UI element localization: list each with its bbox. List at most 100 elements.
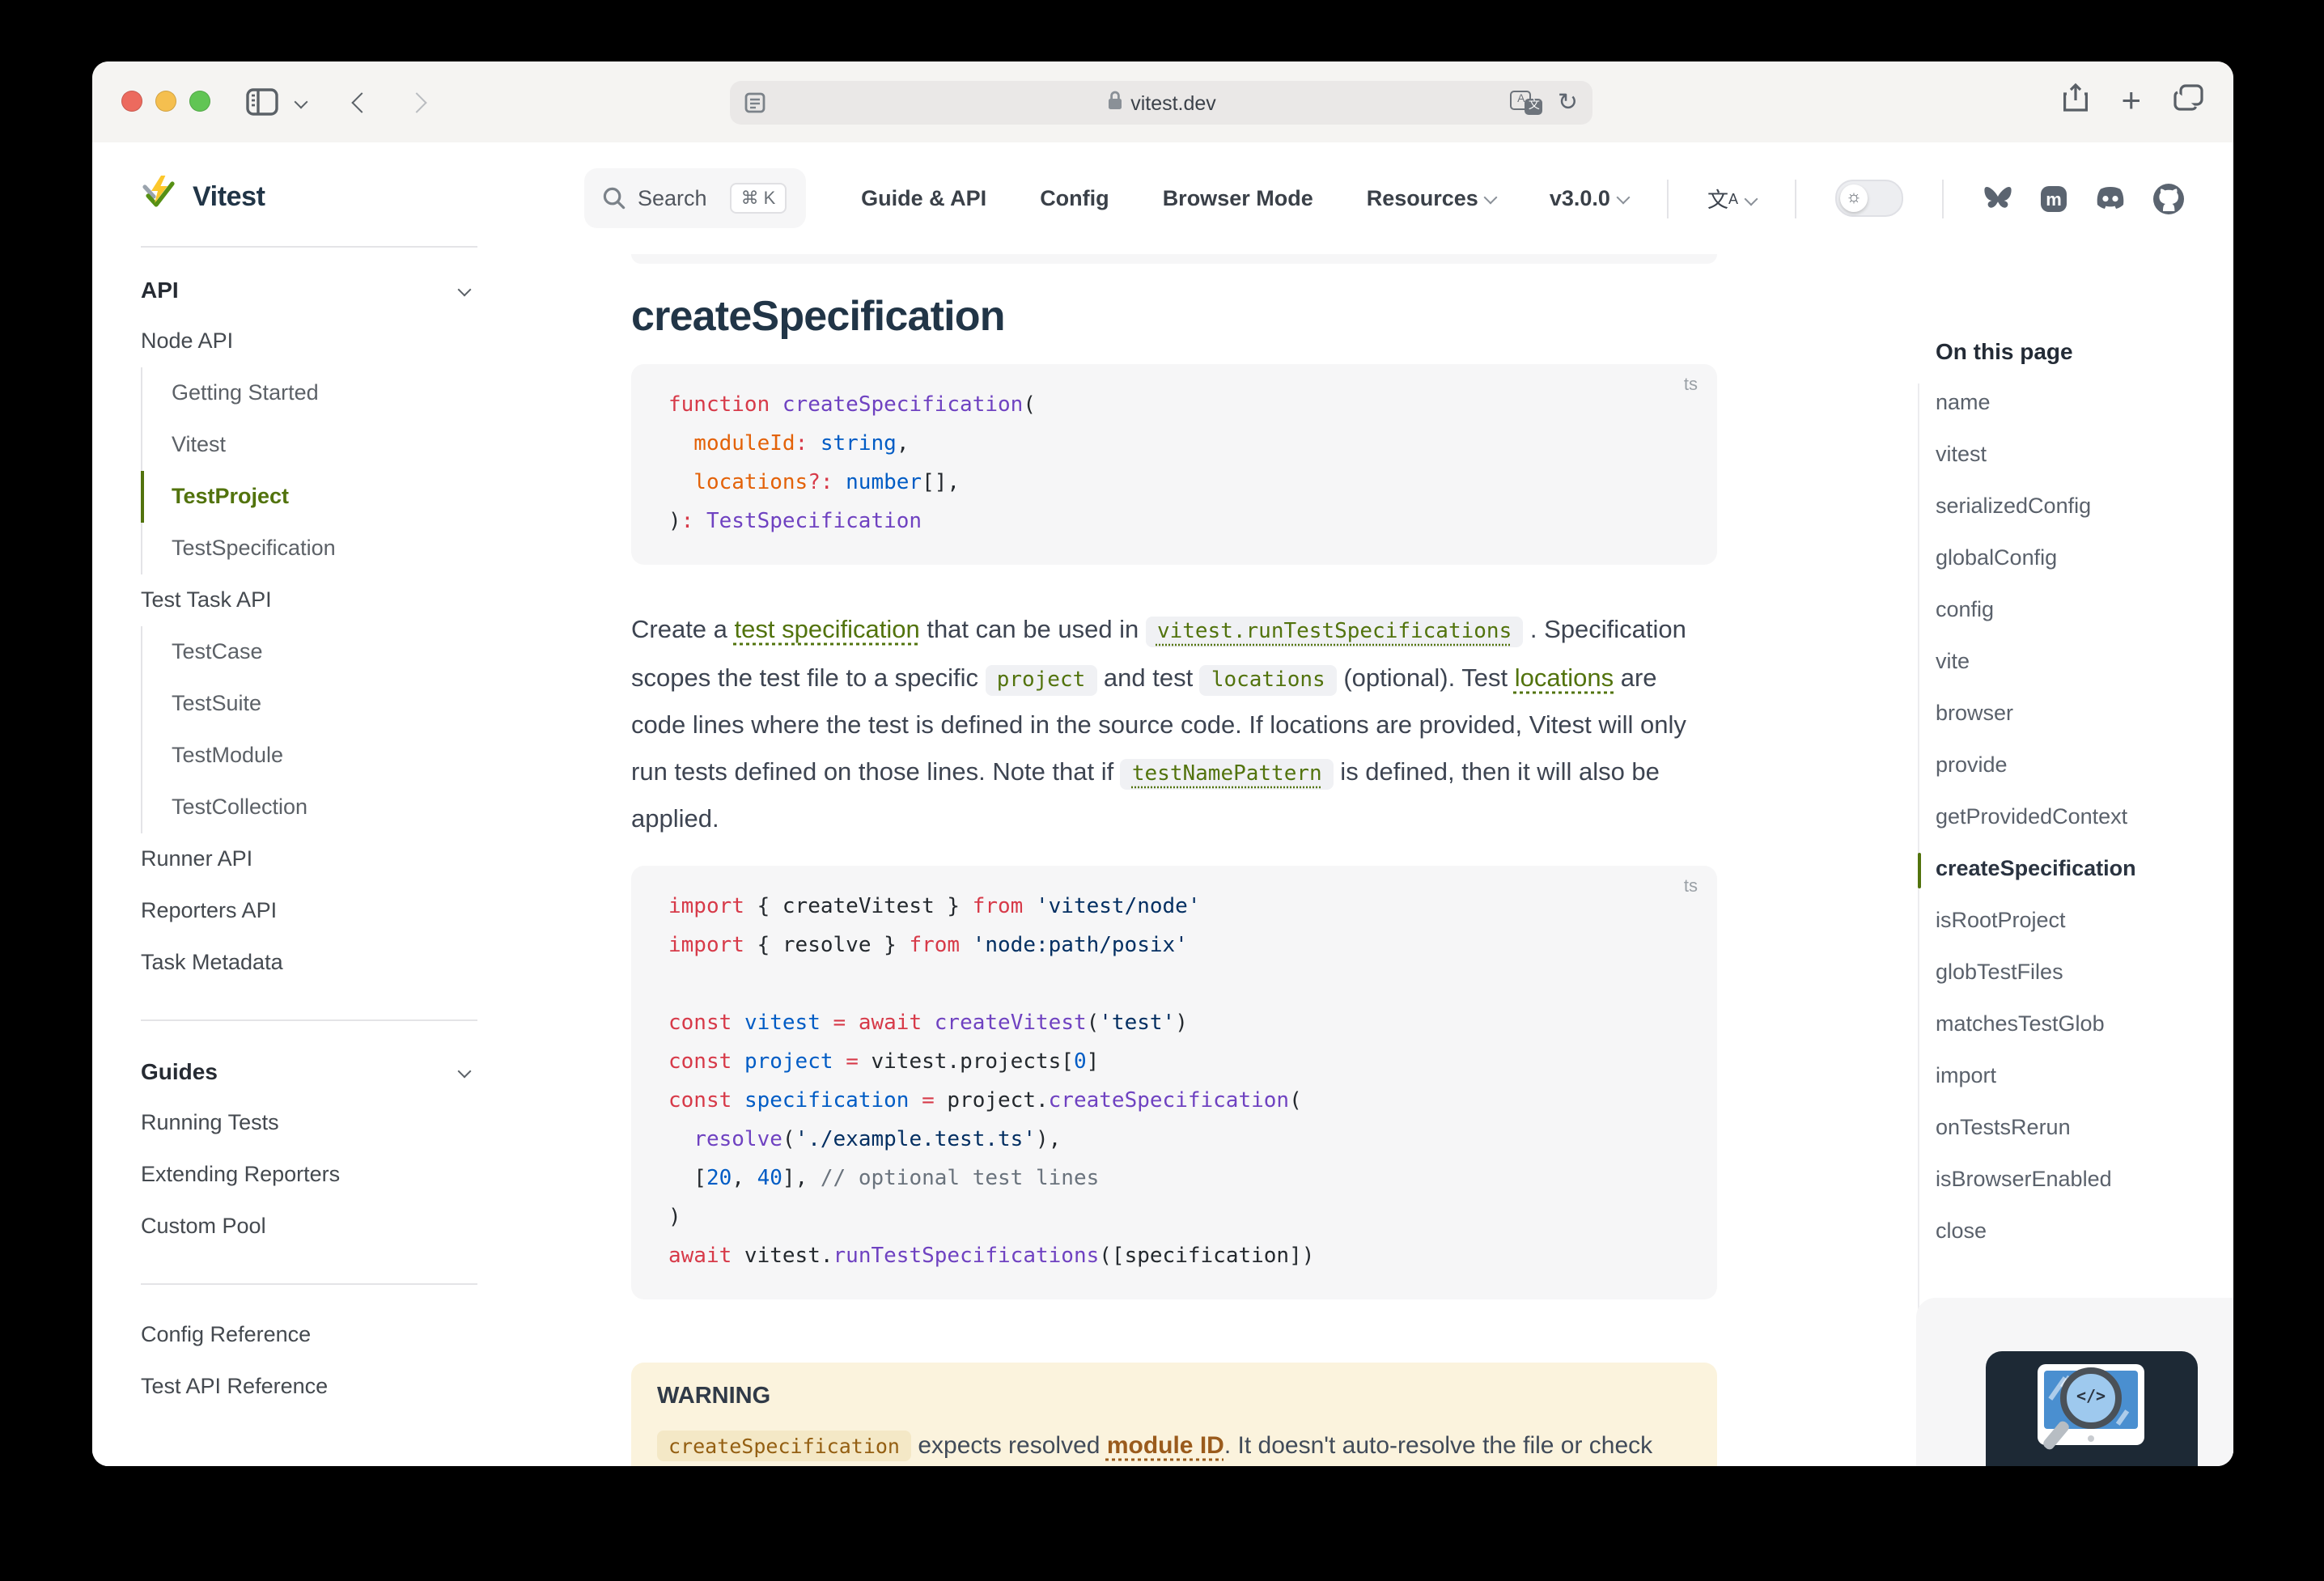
- nav-link-guide-api[interactable]: Guide & API: [861, 186, 986, 210]
- minimize-window-button[interactable]: [155, 91, 176, 112]
- sponsor-card[interactable]: </>: [1916, 1298, 2233, 1466]
- code-line: const vitest = await createVitest('test'…: [631, 1005, 1717, 1044]
- sidebar-divider: [141, 1283, 477, 1285]
- reload-icon[interactable]: ↻: [1558, 81, 1578, 125]
- sidebar-item-testspecification[interactable]: TestSpecification: [141, 523, 578, 574]
- outline-item-provide[interactable]: provide: [1936, 740, 2233, 791]
- new-tab-icon[interactable]: +: [2121, 87, 2141, 117]
- site-body: Vitest APINode APIGetting StartedVitestT…: [92, 142, 2233, 1466]
- sidebar-item-testproject[interactable]: TestProject: [141, 471, 578, 523]
- bluesky-link[interactable]: [1983, 184, 2013, 212]
- back-button[interactable]: [351, 92, 371, 112]
- sidebar: Vitest APINode APIGetting StartedVitestT…: [92, 142, 578, 1466]
- outline-item-matchestestglob[interactable]: matchesTestGlob: [1936, 998, 2233, 1050]
- translate-icon[interactable]: A文: [1511, 91, 1543, 115]
- monitor-illustration: </>: [2038, 1364, 2144, 1445]
- sidebar-item-testcase[interactable]: TestCase: [141, 626, 578, 678]
- browser-window: vitest.dev A文 ↻ +: [92, 61, 2233, 1466]
- sidebar-item-node-api[interactable]: Node API: [92, 316, 578, 367]
- outline-rail: [1918, 384, 1919, 1411]
- tab-overview-icon[interactable]: [2173, 84, 2204, 120]
- chevron-down-icon: [458, 283, 472, 297]
- sidebar-item-reporters-api[interactable]: Reporters API: [92, 885, 578, 937]
- sidebar-divider: [141, 1019, 477, 1021]
- close-window-button[interactable]: [121, 91, 142, 112]
- outline-item-vite[interactable]: vite: [1936, 636, 2233, 688]
- translations-icon-a: A: [1728, 191, 1738, 207]
- theme-toggle[interactable]: ☼: [1835, 180, 1903, 217]
- sun-icon: ☼: [1840, 184, 1868, 212]
- outline-item-isbrowserenabled[interactable]: isBrowserEnabled: [1936, 1154, 2233, 1206]
- outline-item-vitest[interactable]: vitest: [1936, 429, 2233, 481]
- sidebar-toggle-icon[interactable]: [246, 87, 278, 125]
- inline-codelink[interactable]: vitest.runTestSpecifications: [1146, 617, 1523, 647]
- sidebar-divider: [141, 246, 477, 248]
- browser-toolbar: vitest.dev A文 ↻ +: [92, 61, 2233, 144]
- sidebar-item-extending-reporters[interactable]: Extending Reporters: [92, 1149, 578, 1201]
- zoom-window-button[interactable]: [189, 91, 210, 112]
- code-language-tag: ts: [1684, 877, 1698, 896]
- sidebar-item-getting-started[interactable]: Getting Started: [141, 367, 578, 419]
- outline-item-createspecification[interactable]: createSpecification: [1936, 843, 2233, 895]
- nav-menu-resources[interactable]: Resources: [1367, 186, 1496, 210]
- sidebar-item-test-task-api[interactable]: Test Task API: [92, 574, 578, 626]
- outline-item-isrootproject[interactable]: isRootProject: [1936, 895, 2233, 947]
- inline-link[interactable]: locations: [1515, 664, 1614, 692]
- code-line: await vitest.runTestSpecifications([spec…: [631, 1238, 1717, 1277]
- inline-link[interactable]: test specification: [735, 617, 920, 644]
- sidebar-item-config-reference[interactable]: Config Reference: [92, 1309, 578, 1361]
- share-icon[interactable]: [2061, 83, 2089, 121]
- outline-item-close[interactable]: close: [1936, 1206, 2233, 1257]
- page-title: createSpecification: [631, 291, 1005, 341]
- sidebar-item-custom-pool[interactable]: Custom Pool: [92, 1201, 578, 1253]
- inline-codelink[interactable]: testNamePattern: [1121, 758, 1334, 789]
- sidebar-item-testsuite[interactable]: TestSuite: [141, 678, 578, 730]
- outline-item-globalconfig[interactable]: globalConfig: [1936, 532, 2233, 584]
- outline-item-browser[interactable]: browser: [1936, 688, 2233, 740]
- language-switcher[interactable]: 文A: [1707, 183, 1756, 214]
- outline-item-getprovidedcontext[interactable]: getProvidedContext: [1936, 791, 2233, 843]
- sidebar-item-task-metadata[interactable]: Task Metadata: [92, 937, 578, 989]
- code-line: ): [631, 1199, 1717, 1238]
- inline-wcode: createSpecification: [657, 1431, 911, 1461]
- nav-divider: [1795, 179, 1796, 218]
- search-label: Search: [638, 186, 707, 210]
- sidebar-item-vitest[interactable]: Vitest: [141, 419, 578, 471]
- sidebar-item-test-api-reference[interactable]: Test API Reference: [92, 1361, 578, 1413]
- sidebar-item-running-tests[interactable]: Running Tests: [92, 1097, 578, 1149]
- code-line: locations?: number[],: [631, 464, 1717, 503]
- outline-item-ontestsrerun[interactable]: onTestsRerun: [1936, 1102, 2233, 1154]
- warning-body: createSpecification expects resolved mod…: [657, 1424, 1691, 1466]
- code-line: import { createVitest } from 'vitest/nod…: [631, 888, 1717, 927]
- sidebar-section-guides[interactable]: Guides: [92, 1045, 578, 1097]
- outline-item-globtestfiles[interactable]: globTestFiles: [1936, 947, 2233, 998]
- site-logo[interactable]: Vitest: [141, 175, 265, 218]
- warning-callout: WARNING createSpecification expects reso…: [631, 1363, 1717, 1466]
- nav-link-config[interactable]: Config: [1040, 186, 1109, 210]
- bluesky-icon: [1983, 184, 2013, 212]
- search-button[interactable]: Search ⌘ K: [584, 168, 806, 228]
- address-bar[interactable]: vitest.dev A文 ↻: [730, 81, 1592, 125]
- mastodon-link[interactable]: m: [2039, 184, 2068, 213]
- code-line: [631, 966, 1717, 1005]
- outline-item-serializedconfig[interactable]: serializedConfig: [1936, 481, 2233, 532]
- magnifier-code-icon: </>: [2060, 1367, 2122, 1429]
- signature-code-block: ts function createSpecification( moduleI…: [631, 364, 1717, 565]
- sidebar-section-api[interactable]: API: [92, 264, 578, 316]
- forward-button[interactable]: [406, 92, 426, 112]
- outline-item-name[interactable]: name: [1936, 377, 2233, 429]
- sidebar-item-testcollection[interactable]: TestCollection: [141, 782, 578, 833]
- sidebar-menu-chevron-icon[interactable]: [295, 95, 308, 109]
- outline-item-config[interactable]: config: [1936, 584, 2233, 636]
- code-line: resolve('./example.test.ts'),: [631, 1121, 1717, 1160]
- github-link[interactable]: [2152, 182, 2185, 214]
- sidebar-item-runner-api[interactable]: Runner API: [92, 833, 578, 885]
- inline-wlink[interactable]: module ID: [1107, 1432, 1224, 1460]
- discord-link[interactable]: [2094, 186, 2127, 210]
- screen: vitest.dev A文 ↻ +: [0, 0, 2324, 1581]
- sidebar-item-testmodule[interactable]: TestModule: [141, 730, 578, 782]
- outline-item-import[interactable]: import: [1936, 1050, 2233, 1102]
- nav-divider: [1667, 179, 1669, 218]
- nav-menu-version[interactable]: v3.0.0: [1550, 186, 1628, 210]
- nav-link-browser-mode[interactable]: Browser Mode: [1163, 186, 1313, 210]
